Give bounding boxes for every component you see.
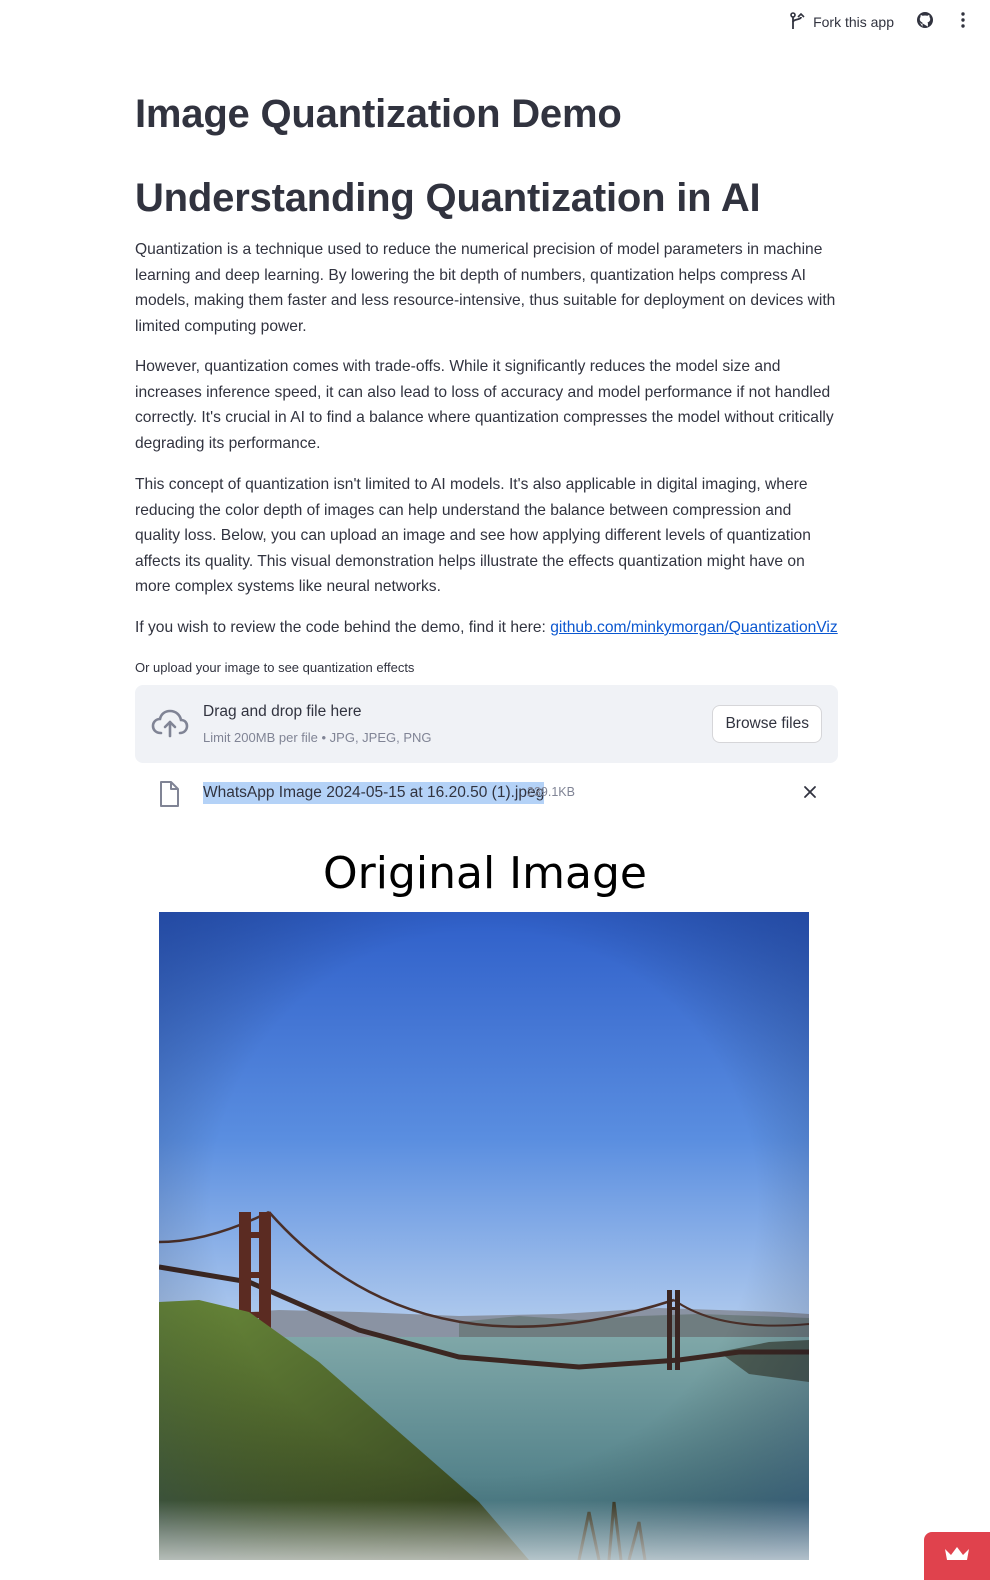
fork-icon xyxy=(789,11,805,33)
remove-file-button[interactable] xyxy=(798,782,822,806)
dropzone-instructions: Drag and drop file here xyxy=(203,703,362,720)
paragraph-imaging: This concept of quantization isn't limit… xyxy=(135,476,811,596)
top-toolbar: Fork this app xyxy=(779,0,990,44)
uploaded-file-row: WhatsApp Image 2024-05-15 at 16.20.50 (1… xyxy=(135,776,838,812)
close-icon xyxy=(803,785,817,804)
app-page: Fork this app Image Quantization Demo Un… xyxy=(0,0,990,1580)
fork-app-button[interactable]: Fork this app xyxy=(779,6,904,38)
section-heading: Understanding Quantization in AI xyxy=(135,176,761,220)
main-menu-button[interactable] xyxy=(946,6,980,38)
paragraph-code-link: If you wish to review the code behind th… xyxy=(135,615,838,641)
uploader-label: Or upload your image to see quantization… xyxy=(135,660,415,675)
kebab-menu-icon xyxy=(960,11,966,34)
code-link-text: If you wish to review the code behind th… xyxy=(135,619,551,636)
crown-icon xyxy=(943,1545,971,1568)
uploaded-file-name: WhatsApp Image 2024-05-15 at 16.20.50 (1… xyxy=(203,782,545,804)
dropzone-limit-text: Limit 200MB per file • JPG, JPEG, PNG xyxy=(203,730,432,745)
fork-app-label: Fork this app xyxy=(813,14,894,30)
github-button[interactable] xyxy=(908,6,942,38)
github-repo-link[interactable]: github.com/minkymorgan/QuantizationViz xyxy=(550,619,837,636)
paragraph-intro: Quantization is a technique used to redu… xyxy=(135,241,836,335)
page-title: Image Quantization Demo xyxy=(135,92,622,136)
figure-title: Original Image xyxy=(323,848,647,899)
paragraph-tradeoffs: However, quantization comes with trade-o… xyxy=(135,358,834,452)
streamlit-badge[interactable] xyxy=(924,1532,990,1580)
original-image xyxy=(159,912,809,1560)
github-icon xyxy=(916,11,934,34)
uploaded-file-size: 239.1KB xyxy=(527,785,575,799)
cloud-upload-icon xyxy=(151,707,189,741)
file-icon xyxy=(157,780,181,808)
file-dropzone[interactable]: Drag and drop file here Limit 200MB per … xyxy=(135,685,838,763)
browse-files-button[interactable]: Browse files xyxy=(712,705,822,743)
